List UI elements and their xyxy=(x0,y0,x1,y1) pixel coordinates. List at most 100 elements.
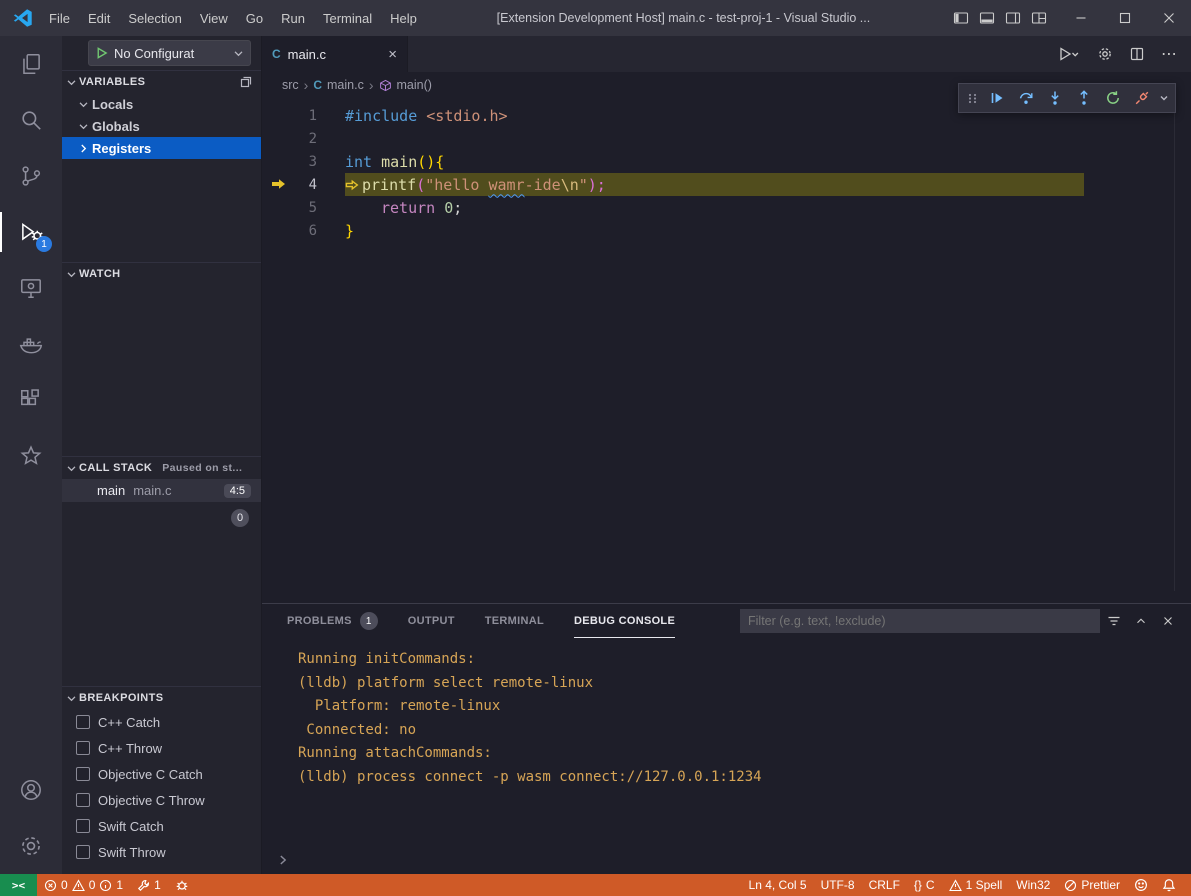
toolchain-status[interactable]: 1 xyxy=(130,874,168,896)
breakpoint-row[interactable]: C++ Throw xyxy=(62,735,261,761)
activity-explorer[interactable] xyxy=(0,36,62,92)
breadcrumb-symbol[interactable]: main() xyxy=(397,78,432,92)
line-number-gutter[interactable]: 5 xyxy=(262,196,345,219)
maximize-button[interactable] xyxy=(1103,0,1147,36)
continue-button[interactable] xyxy=(983,85,1010,111)
breakpoint-checkbox[interactable] xyxy=(76,741,90,755)
collapse-all-icon[interactable] xyxy=(239,75,253,89)
tab-label: main.c xyxy=(288,47,326,62)
activity-favorites[interactable] xyxy=(0,428,62,484)
activity-search[interactable] xyxy=(0,92,62,148)
tab-terminal[interactable]: TERMINAL xyxy=(485,605,544,638)
line-number-gutter[interactable]: 6 xyxy=(262,219,345,242)
breakpoints-header[interactable]: BREAKPOINTS xyxy=(62,687,261,709)
breakpoint-checkbox[interactable] xyxy=(76,715,90,729)
launch-config-dropdown[interactable]: No Configurat xyxy=(88,40,251,66)
console-input-prompt[interactable] xyxy=(276,853,290,867)
spell-checker-status[interactable]: 1 Spell xyxy=(942,874,1010,896)
formatter-status[interactable]: Prettier xyxy=(1057,874,1127,896)
configure-button[interactable] xyxy=(1091,41,1119,67)
activity-settings[interactable] xyxy=(0,818,62,874)
menu-edit[interactable]: Edit xyxy=(79,0,119,36)
variables-registers[interactable]: Registers xyxy=(62,137,261,159)
breakpoint-checkbox[interactable] xyxy=(76,767,90,781)
code-editor[interactable]: 1 #include <stdio.h> 2 3 int main(){ 4 p… xyxy=(262,98,1191,603)
inline-breakpoint-icon[interactable] xyxy=(345,179,359,191)
split-editor-button[interactable] xyxy=(1123,41,1151,67)
tab-debug-console[interactable]: DEBUG CONSOLE xyxy=(574,605,675,638)
customize-layout-icon[interactable] xyxy=(1031,10,1047,26)
filter-options-button[interactable] xyxy=(1100,608,1127,634)
line-number-gutter[interactable]: 4 xyxy=(262,173,345,196)
feedback-button[interactable] xyxy=(1127,874,1155,896)
tab-problems[interactable]: PROBLEMS 1 xyxy=(287,605,378,638)
stack-frame-row[interactable]: main main.c 4:5 xyxy=(62,479,261,502)
toolbar-drag-handle[interactable] xyxy=(963,90,981,106)
line-number-gutter[interactable]: 1 xyxy=(262,104,345,127)
wrench-icon xyxy=(137,879,150,892)
eol-status[interactable]: CRLF xyxy=(862,874,907,896)
close-icon xyxy=(1161,614,1175,628)
minimize-button[interactable] xyxy=(1059,0,1103,36)
start-debug-icon[interactable] xyxy=(95,46,108,60)
problems-status[interactable]: 0 0 1 xyxy=(37,874,130,896)
close-window-button[interactable] xyxy=(1147,0,1191,36)
console-filter-input[interactable] xyxy=(740,609,1100,633)
breakpoint-row[interactable]: Objective C Catch xyxy=(62,761,261,787)
menu-terminal[interactable]: Terminal xyxy=(314,0,381,36)
activity-remote-explorer[interactable] xyxy=(0,260,62,316)
run-or-debug-button[interactable] xyxy=(1051,41,1087,67)
platform-status[interactable]: Win32 xyxy=(1009,874,1057,896)
cursor-position[interactable]: Ln 4, Col 5 xyxy=(742,874,814,896)
call-stack-header[interactable]: CALL STACK Paused on st... xyxy=(62,457,261,479)
debug-session-dropdown[interactable] xyxy=(1157,85,1171,111)
encoding-status[interactable]: UTF-8 xyxy=(814,874,862,896)
breakpoint-checkbox[interactable] xyxy=(76,845,90,859)
toggle-panel-icon[interactable] xyxy=(979,10,995,26)
remote-indicator[interactable]: >< xyxy=(0,874,37,896)
line-number-gutter[interactable]: 3 xyxy=(262,150,345,173)
notifications-button[interactable] xyxy=(1155,874,1183,896)
more-actions-button[interactable]: ⋯ xyxy=(1155,41,1183,67)
breakpoint-row[interactable]: Swift Catch xyxy=(62,813,261,839)
activity-source-control[interactable] xyxy=(0,148,62,204)
step-over-button[interactable] xyxy=(1012,85,1039,111)
restart-button[interactable] xyxy=(1099,85,1126,111)
menu-run[interactable]: Run xyxy=(272,0,314,36)
activity-run-debug[interactable]: 1 xyxy=(0,204,62,260)
line-number-gutter[interactable]: 2 xyxy=(262,127,345,150)
disconnect-button[interactable] xyxy=(1128,85,1155,111)
step-into-button[interactable] xyxy=(1041,85,1068,111)
breakpoint-checkbox[interactable] xyxy=(76,819,90,833)
menu-go[interactable]: Go xyxy=(237,0,272,36)
breakpoint-row[interactable]: C++ Catch xyxy=(62,709,261,735)
breakpoint-label: Swift Throw xyxy=(98,845,166,860)
tab-main-c[interactable]: C main.c × xyxy=(262,36,408,72)
menu-file[interactable]: File xyxy=(40,0,79,36)
close-panel-button[interactable] xyxy=(1154,608,1181,634)
breakpoint-row[interactable]: Objective C Throw xyxy=(62,787,261,813)
activity-extensions[interactable] xyxy=(0,372,62,428)
activity-docker[interactable] xyxy=(0,316,62,372)
toggle-secondary-sidebar-icon[interactable] xyxy=(1005,10,1021,26)
toggle-sidebar-icon[interactable] xyxy=(953,10,969,26)
variables-header[interactable]: VARIABLES xyxy=(62,71,261,93)
menu-view[interactable]: View xyxy=(191,0,237,36)
menu-help[interactable]: Help xyxy=(381,0,426,36)
tab-output[interactable]: OUTPUT xyxy=(408,605,455,638)
menu-selection[interactable]: Selection xyxy=(119,0,190,36)
breakpoint-checkbox[interactable] xyxy=(76,793,90,807)
activity-accounts[interactable] xyxy=(0,762,62,818)
breakpoint-row[interactable]: Swift Throw xyxy=(62,839,261,865)
step-out-button[interactable] xyxy=(1070,85,1097,111)
language-mode[interactable]: {} C xyxy=(907,874,942,896)
close-tab-icon[interactable]: × xyxy=(388,46,397,63)
variables-globals[interactable]: Globals xyxy=(62,115,261,137)
watch-header[interactable]: WATCH xyxy=(62,263,261,285)
variables-locals[interactable]: Locals xyxy=(62,93,261,115)
breadcrumb-file[interactable]: main.c xyxy=(327,78,364,92)
debug-console-output[interactable]: Running initCommands: (lldb) platform se… xyxy=(262,638,1191,874)
breadcrumb-dir[interactable]: src xyxy=(282,78,299,92)
debug-status[interactable] xyxy=(168,874,196,896)
maximize-panel-button[interactable] xyxy=(1127,608,1154,634)
